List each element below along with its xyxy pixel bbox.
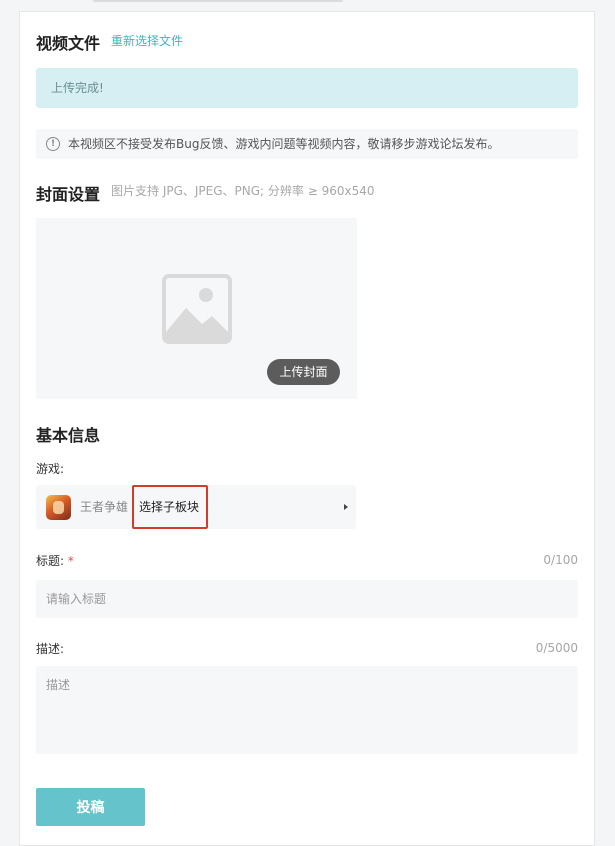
title-label-text: 标题: (36, 554, 65, 568)
top-divider (93, 0, 343, 2)
upload-status-banner: 上传完成! (36, 68, 578, 108)
description-label: 描述: (36, 642, 65, 656)
title-label: 标题: * (36, 552, 74, 569)
description-char-count: 0/5000 (535, 641, 578, 655)
game-name: 王者争雄 (80, 500, 129, 514)
info-icon: ! (46, 137, 60, 151)
required-marker: * (67, 554, 74, 568)
title-char-count: 0/100 (543, 553, 578, 567)
upload-form-card: 视频文件 重新选择文件 上传完成! ! 本视频区不接受发布Bug反馈、游戏内问题… (19, 11, 595, 846)
game-selector[interactable]: 王者争雄 选择子板块 (36, 485, 356, 529)
submit-button[interactable]: 投稿 (36, 788, 145, 826)
cover-section-heading: 封面设置 (36, 185, 101, 204)
basic-info-heading: 基本信息 (36, 426, 101, 445)
cover-hint: 图片支持 JPG、JPEG、PNG; 分辨率 ≥ 960x540 (111, 184, 375, 198)
image-placeholder-icon (162, 274, 232, 344)
description-textarea[interactable] (36, 666, 578, 754)
video-section-heading: 视频文件 (36, 34, 101, 53)
upload-cover-button[interactable]: 上传封面 (267, 359, 340, 385)
reselect-file-link[interactable]: 重新选择文件 (111, 32, 183, 49)
subsection-select[interactable]: 选择子板块 (132, 485, 208, 529)
game-label: 游戏: (36, 462, 65, 476)
cover-preview[interactable]: 上传封面 (36, 218, 357, 399)
chevron-right-icon (344, 504, 348, 510)
game-app-icon (46, 495, 71, 520)
notice-text: 本视频区不接受发布Bug反馈、游戏内问题等视频内容，敬请移步游戏论坛发布。 (68, 137, 500, 151)
title-input[interactable] (36, 580, 578, 618)
content-notice: ! 本视频区不接受发布Bug反馈、游戏内问题等视频内容，敬请移步游戏论坛发布。 (36, 129, 578, 159)
